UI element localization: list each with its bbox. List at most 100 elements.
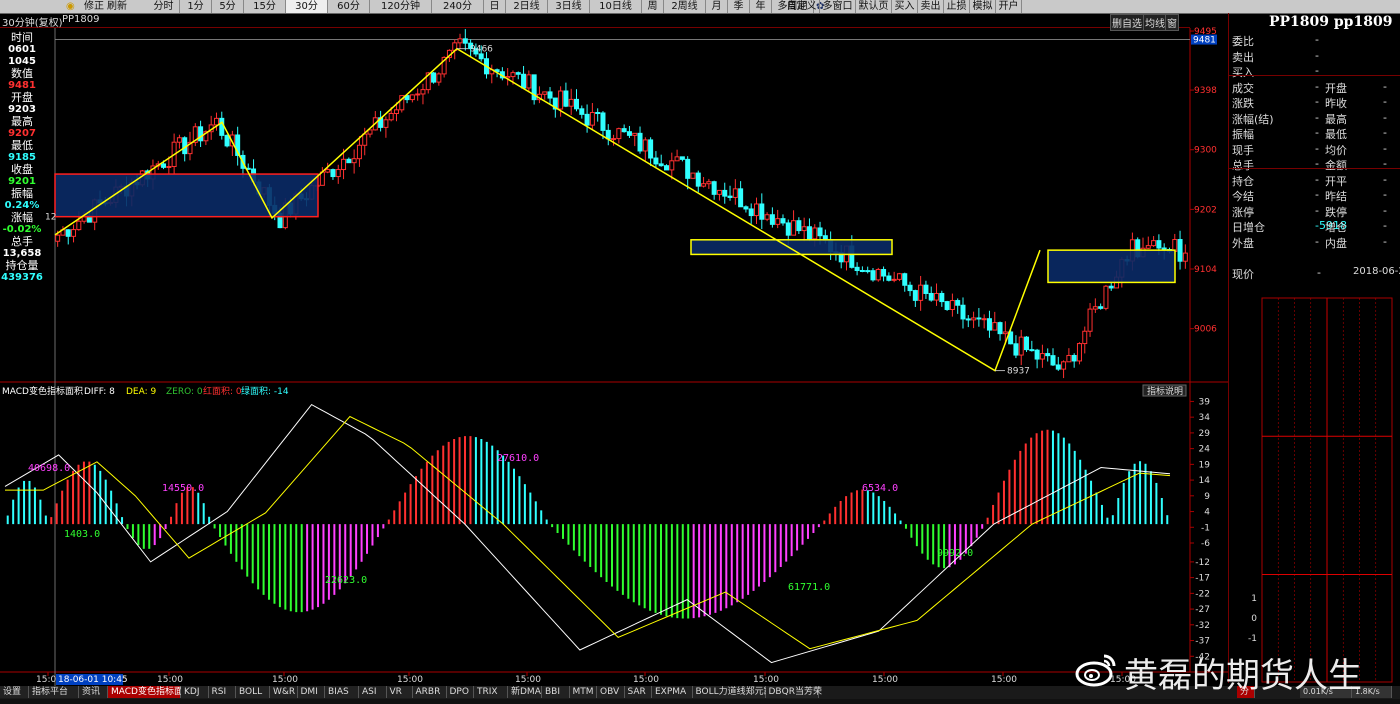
toolbar-action-button[interactable]: 买入 [892, 0, 918, 13]
period-tab[interactable]: 5分 [212, 0, 244, 13]
indicator-tab[interactable]: 新DMA [508, 686, 542, 698]
candle-body [817, 227, 823, 237]
period-tab[interactable]: 240分 [432, 0, 484, 13]
period-tab[interactable]: 10日线 [590, 0, 642, 13]
indicator-tab[interactable]: EXPMA [652, 686, 693, 698]
macd-tick-label: -1 [1201, 523, 1210, 533]
quote-value: - [1315, 79, 1319, 93]
indicator-tab[interactable]: MACD变色指标面积 [108, 686, 192, 698]
indicator-tab[interactable]: RSI [208, 686, 236, 698]
indicator-tab[interactable]: 资讯 [79, 686, 108, 698]
macd-tick-label: -27 [1195, 605, 1210, 615]
indicator-tab[interactable]: BIAS [325, 686, 359, 698]
indicator-tab[interactable]: BBI [542, 686, 570, 698]
refresh-icon[interactable]: ◉ [66, 0, 75, 13]
indicator-tab[interactable]: ARBR [412, 686, 447, 698]
refresh-button[interactable]: 刷新 [107, 0, 127, 13]
period-tab[interactable]: 年 [750, 0, 772, 13]
indicator-tab[interactable]: ASI [359, 686, 387, 698]
period-tab[interactable]: 2日线 [506, 0, 548, 13]
candle-body [870, 270, 876, 281]
candle-body [1076, 343, 1082, 362]
quote-label: 增仓 [1325, 221, 1347, 234]
period-tab[interactable]: 30分 [286, 0, 328, 13]
weibo-icon [1075, 654, 1116, 687]
period-tab[interactable]: 15分 [244, 0, 286, 13]
quote-value: - [1315, 95, 1319, 108]
indicator-tab[interactable]: W&R [270, 686, 298, 698]
period-tab[interactable]: 日 [484, 0, 506, 13]
indicator-tab[interactable]: DPO [446, 686, 474, 698]
window-button[interactable]: 窗 [1165, 14, 1179, 31]
macd-tick-label: -6 [1201, 539, 1210, 549]
info-label: 涨幅 [11, 211, 33, 224]
indicator-tab[interactable]: 设置 [0, 686, 29, 698]
price-tick-label: 9300 [1194, 146, 1217, 156]
chart-canvas[interactable]: 10-1900691049202930093989495948194668937… [0, 0, 1400, 704]
indicator-tab[interactable]: SAR [624, 686, 652, 698]
period-tab[interactable]: 分时 [148, 0, 180, 13]
candle-body [891, 278, 897, 281]
candle-body [695, 172, 701, 187]
toolbar-action-button[interactable]: 止损 [944, 0, 970, 13]
candle-body [791, 220, 797, 236]
candle-body [785, 222, 791, 236]
consolidation-box [54, 173, 319, 218]
quote-value: - [1315, 234, 1319, 248]
quote-label: 开平 [1325, 174, 1347, 188]
del-favorite-button[interactable]: 删自选 [1110, 14, 1144, 31]
candle-body [865, 270, 871, 273]
quote-value: - [1383, 110, 1387, 124]
quote-label: 日增仓 [1232, 221, 1265, 234]
info-label: 最低 [11, 139, 33, 152]
quote-label: 买入 [1232, 66, 1254, 79]
indicator-tab[interactable]: MTM [569, 686, 597, 698]
candle-body [176, 137, 182, 143]
indicator-tab[interactable]: BOLL [236, 686, 270, 698]
macd-header-item: 红面积: 0 [203, 385, 242, 397]
candle-body [1103, 285, 1109, 309]
candle-body [1156, 240, 1162, 249]
candle-body [653, 157, 659, 165]
toolbar-action-button[interactable]: 开户 [996, 0, 1022, 13]
candle-body [642, 139, 648, 152]
indicator-tab[interactable]: VR [386, 686, 413, 698]
candle-body [1082, 330, 1088, 345]
candle-body [420, 89, 426, 95]
fix-button[interactable]: 修正 [84, 0, 104, 13]
toolbar-action-button[interactable]: 自定义 [784, 0, 820, 13]
period-tab[interactable]: 月 [706, 0, 728, 13]
period-tab[interactable]: 季 [728, 0, 750, 13]
candle-body [330, 169, 336, 178]
indicator-tab[interactable]: DBQR当芳荣 [765, 686, 822, 698]
toolbar-action-button[interactable]: 多窗口 [820, 0, 856, 13]
price-tick-label: 9006 [1194, 325, 1217, 335]
macd-tick-label: 24 [1199, 445, 1211, 455]
quote-label: 昨结 [1325, 190, 1347, 203]
dea-line [5, 415, 1171, 650]
period-tab[interactable]: 60分 [328, 0, 370, 13]
candle-body [986, 318, 992, 331]
indicator-tab[interactable]: KDJ [181, 686, 209, 698]
indicator-tab[interactable]: OBV [597, 686, 625, 698]
candle-body [923, 284, 929, 294]
period-tab[interactable]: 2周线 [664, 0, 706, 13]
toolbar-action-button[interactable]: 默认页 [856, 0, 892, 13]
indicator-tab[interactable]: DMI [297, 686, 325, 698]
ma-button[interactable]: 均线 [1143, 14, 1167, 31]
quote-label: 最高 [1325, 112, 1347, 126]
candle-body [325, 169, 331, 173]
period-tab[interactable]: 3日线 [548, 0, 590, 13]
indicator-tab[interactable]: BOLL力道线郑元凯 [692, 686, 773, 698]
quote-value: - [1315, 172, 1319, 186]
period-tab[interactable]: 周 [642, 0, 664, 13]
indicator-tab[interactable]: 指标平台 [29, 686, 79, 698]
quote-label: 振幅 [1232, 128, 1254, 141]
candle-body [76, 220, 82, 231]
macd-tick-label: 19 [1199, 460, 1211, 470]
toolbar-action-button[interactable]: 模拟 [970, 0, 996, 13]
period-tab[interactable]: 120分钟 [370, 0, 432, 13]
toolbar-action-button[interactable]: 卖出 [918, 0, 944, 13]
indicator-tab[interactable]: TRIX [474, 686, 508, 698]
period-tab[interactable]: 1分 [180, 0, 212, 13]
